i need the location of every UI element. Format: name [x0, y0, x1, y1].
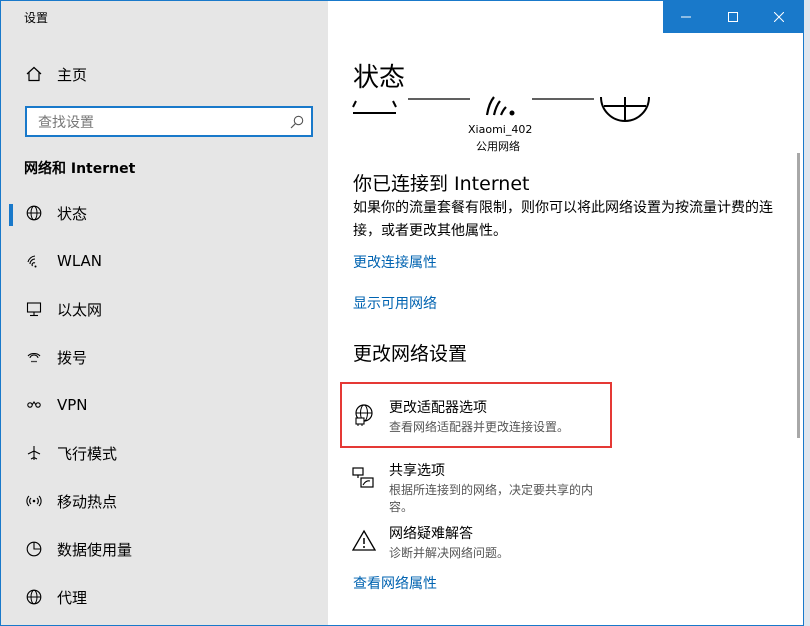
sidebar-item-home[interactable]: 主页 — [1, 54, 328, 94]
sidebar-item-hotspot[interactable]: 移动热点 — [1, 481, 328, 521]
sidebar-item-status[interactable]: 状态 — [1, 193, 328, 233]
sidebar-item-label: 飞行模式 — [57, 444, 118, 463]
ethernet-icon — [25, 300, 43, 318]
network-type: 公用网络 — [476, 140, 520, 153]
vpn-icon — [25, 396, 43, 414]
sidebar-item-dialup[interactable]: 拨号 — [1, 337, 328, 377]
sidebar: 主页 网络和 Internet 状态 WLAN 以太网 — [1, 33, 328, 625]
option-subtitle: 查看网络适配器并更改连接设置。 — [389, 420, 570, 434]
close-button[interactable] — [756, 1, 803, 33]
wifi-icon — [25, 252, 43, 270]
window-controls — [663, 1, 803, 33]
maximize-button[interactable] — [710, 1, 757, 33]
sidebar-item-ethernet[interactable]: 以太网 — [1, 289, 328, 329]
option-subtitle: 根据所连接到的网络，决定要共享的内容。 — [389, 483, 594, 514]
sidebar-item-proxy[interactable]: 代理 — [1, 577, 328, 617]
connected-heading: 你已连接到 Internet — [353, 173, 530, 195]
sidebar-item-label: 拨号 — [57, 348, 88, 367]
sidebar-item-label: 状态 — [57, 204, 88, 223]
view-network-properties-link[interactable]: 查看网络属性 — [353, 573, 437, 593]
sharing-options[interactable]: 共享选项 根据所连接到的网络，决定要共享的内容。 — [342, 456, 612, 514]
sidebar-item-label: 主页 — [57, 65, 88, 84]
main-content: 状态 Xiaomi_402 公用网络 你已连接到 Internet 如果你的流量… — [328, 33, 803, 625]
option-subtitle: 诊断并解决网络问题。 — [389, 546, 510, 560]
adapter-options[interactable]: 更改适配器选项 查看网络适配器并更改连接设置。 — [342, 393, 612, 451]
show-available-networks-link[interactable]: 显示可用网络 — [353, 293, 437, 313]
sidebar-item-label: 以太网 — [57, 300, 103, 319]
window-title: 设置 — [24, 11, 49, 25]
scrollbar[interactable] — [797, 153, 800, 438]
globe-icon — [600, 96, 650, 122]
title-bar-left: 设置 — [1, 1, 328, 33]
change-connection-properties-link[interactable]: 更改连接属性 — [353, 252, 437, 272]
sidebar-item-airplane[interactable]: 飞行模式 — [1, 433, 328, 473]
section-title: 网络和 Internet — [24, 161, 136, 177]
dialup-icon — [25, 348, 43, 366]
option-title: 共享选项 — [389, 463, 445, 479]
data-usage-icon — [25, 540, 43, 558]
option-title: 更改适配器选项 — [389, 400, 487, 416]
sidebar-item-label: 移动热点 — [57, 492, 118, 511]
sidebar-item-label: WLAN — [57, 252, 103, 270]
search-input[interactable] — [36, 112, 280, 134]
sidebar-item-vpn[interactable]: VPN — [1, 385, 328, 425]
sharing-icon — [352, 466, 376, 490]
change-settings-heading: 更改网络设置 — [353, 343, 468, 365]
globe-icon — [25, 204, 43, 222]
minimize-button[interactable] — [663, 1, 710, 33]
sidebar-item-label: 代理 — [57, 588, 88, 607]
network-troubleshooter[interactable]: 网络疑难解答 诊断并解决网络问题。 — [342, 519, 612, 577]
sidebar-item-label: 数据使用量 — [57, 540, 133, 559]
title-bar: 设置 — [1, 1, 803, 33]
wifi-icon — [485, 96, 515, 116]
maximize-icon — [727, 12, 738, 22]
search-box[interactable] — [25, 106, 313, 137]
page-title: 状态 — [353, 63, 406, 93]
sidebar-item-data-usage[interactable]: 数据使用量 — [1, 529, 328, 569]
airplane-icon — [25, 444, 43, 462]
home-icon — [25, 65, 43, 83]
hotspot-icon — [25, 492, 43, 510]
close-icon — [774, 12, 785, 22]
network-diagram — [352, 96, 650, 122]
desktop-edge — [804, 0, 810, 626]
sidebar-item-label: VPN — [57, 396, 88, 414]
minimize-icon — [681, 16, 692, 18]
option-title: 网络疑难解答 — [389, 526, 473, 542]
warning-icon — [351, 529, 377, 553]
settings-window: 设置 主页 网络和 Internet — [0, 0, 804, 626]
adapter-globe-icon — [352, 403, 376, 427]
sidebar-item-wlan[interactable]: WLAN — [1, 241, 328, 281]
search-icon — [290, 114, 304, 133]
title-bar-right — [328, 1, 663, 33]
computer-icon — [352, 100, 397, 114]
connected-description: 如果你的流量套餐有限制，则你可以将此网络设置为按流量计费的连接，或者更改其他属性… — [353, 200, 773, 239]
globe-icon — [25, 588, 43, 606]
network-name: Xiaomi_402 — [468, 123, 533, 136]
